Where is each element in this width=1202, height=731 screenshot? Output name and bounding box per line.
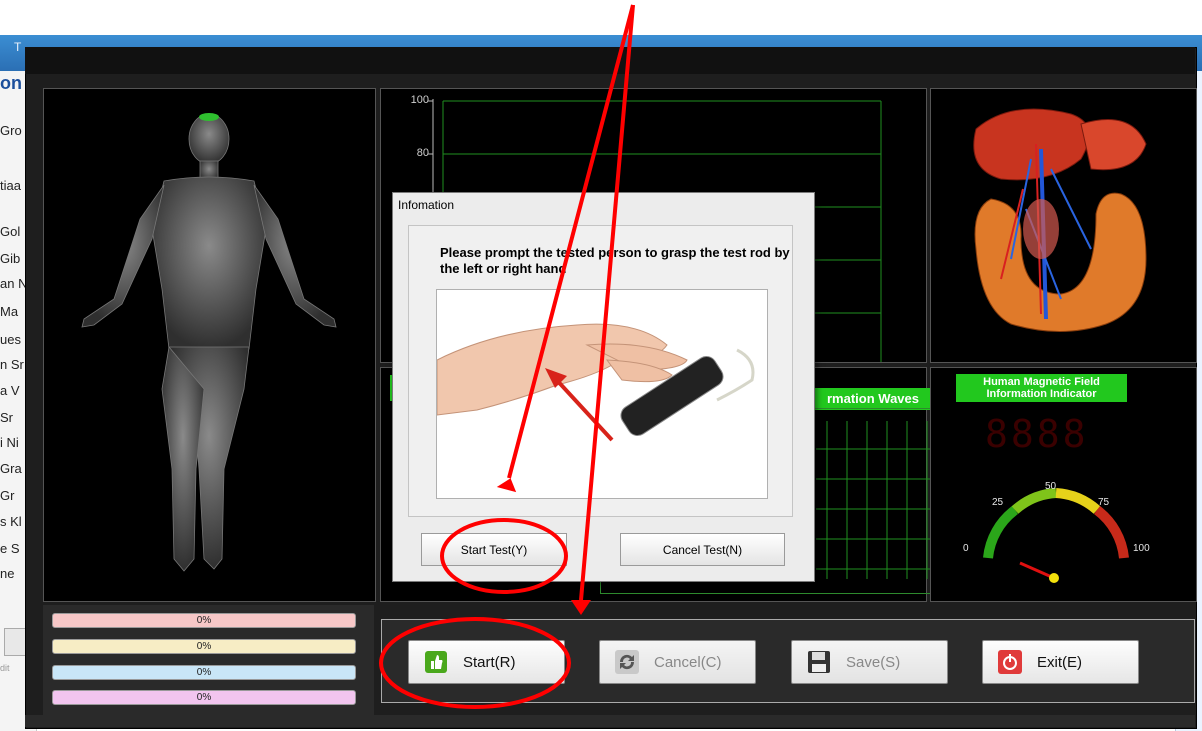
cancel-button[interactable]: Cancel(C) [599,640,756,684]
refresh-icon [614,649,640,675]
start-test-button[interactable]: Start Test(Y) [421,533,567,566]
progress-bar-4: 0% [52,690,356,705]
indicator-gauge [983,488,1129,583]
indicator-digit-display: 8888 [985,412,1135,456]
human-body-panel [43,88,376,602]
progress-bar-1: 0% [52,613,356,628]
gauge-tick-label: 50 [1045,481,1057,492]
head-marker [199,113,219,121]
indicator-label: Human Magnetic Field Information Indicat… [956,374,1127,402]
gauge-pivot [1049,573,1059,583]
progress-bar-2: 0% [52,639,356,654]
power-icon [997,649,1023,675]
dialog-message: Please prompt the tested person to grasp… [440,245,790,276]
gauge-tick-label: 25 [992,497,1004,508]
digestive-organs-image [973,108,1147,332]
dialog-title: Infomation [398,198,455,212]
human-body-figure [81,113,337,572]
background-window-title: T [14,40,22,54]
exit-button-label: Exit(E) [1037,653,1082,671]
gauge-tick-label: 100 [1133,543,1150,554]
hand-with-rod-illustration [437,323,755,442]
progress-bar-3: 0% [52,665,356,680]
hand-grasp-test-rod-image [436,289,768,499]
gauge-tick-label: 0 [963,543,969,554]
thumbs-up-icon [423,649,449,675]
cancel-button-label: Cancel(C) [654,653,722,671]
gauge-tick-label: 75 [1098,497,1110,508]
start-button[interactable]: Start(R) [408,640,565,684]
start-button-label: Start(R) [463,653,516,671]
save-button[interactable]: Save(S) [791,640,948,684]
waves-label: rmation Waves [812,388,934,410]
app-topbar [25,47,1195,74]
save-button-label: Save(S) [846,653,901,671]
indicator-digits: 8888 [985,412,1089,456]
cancel-test-button[interactable]: Cancel Test(N) [620,533,785,566]
exit-button[interactable]: Exit(E) [982,640,1139,684]
app-bottom-bar [25,715,1195,727]
gauge-needle [1019,561,1055,580]
floppy-disk-icon [806,649,832,675]
organ-image-panel [930,88,1197,363]
